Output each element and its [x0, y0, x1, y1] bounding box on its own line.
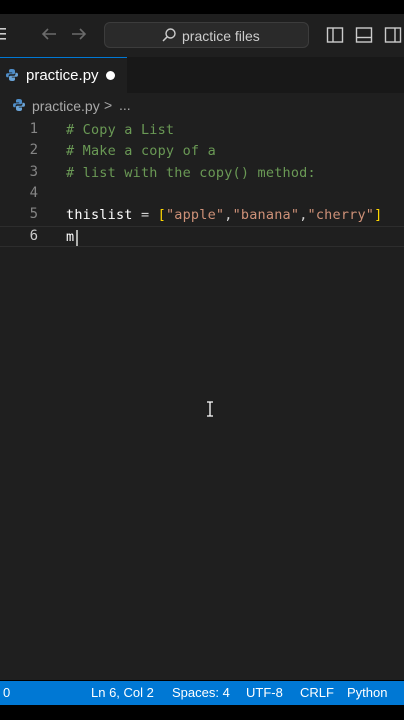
- string-apple: "apple": [165, 207, 225, 223]
- line-number: 5: [29, 206, 38, 222]
- current-code-line: 6 m: [0, 226, 404, 247]
- comma: ,: [224, 207, 233, 223]
- search-icon: [162, 28, 176, 42]
- tab-label: practice.py: [26, 67, 99, 84]
- line-number: 2: [29, 142, 38, 158]
- line-number: 3: [29, 164, 38, 180]
- code-text: # Make a copy of a: [66, 143, 216, 159]
- variable-name: thislist: [66, 207, 133, 223]
- status-line-endings[interactable]: CRLF: [300, 685, 334, 700]
- breadcrumb-file[interactable]: practice.py: [32, 98, 100, 114]
- code-line: 4: [0, 184, 404, 205]
- line-number: 1: [29, 121, 38, 137]
- python-file-icon: [6, 69, 18, 81]
- string-banana: "banana": [232, 207, 300, 223]
- status-bar: 0 Ln 6, Col 2 Spaces: 4 UTF-8 CRLF Pytho…: [0, 681, 404, 705]
- code-text: m: [66, 229, 75, 245]
- code-line: 1 # Copy a List: [0, 120, 404, 141]
- toggle-primary-sidebar-icon[interactable]: [326, 26, 344, 44]
- comma: ,: [299, 207, 308, 223]
- status-encoding[interactable]: UTF-8: [246, 685, 283, 700]
- open-bracket: [: [157, 207, 166, 223]
- breadcrumb-separator: >: [104, 97, 113, 113]
- screen: practice files practice.py practice.py >…: [0, 0, 404, 720]
- breadcrumb: practice.py > ...: [0, 93, 404, 117]
- code-text: thislist = ["apple","banana","cherry"]: [66, 207, 382, 223]
- menu-icon[interactable]: [0, 28, 6, 40]
- assignment-operator: =: [132, 207, 158, 223]
- code-text: # list with the copy() method:: [66, 165, 316, 181]
- text-cursor: [76, 230, 78, 246]
- search-text: practice files: [182, 28, 260, 44]
- code-editor[interactable]: 1 # Copy a List 2 # Make a copy of a 3 #…: [0, 117, 404, 680]
- ibeam-cursor-icon: [207, 401, 213, 417]
- close-bracket: ]: [374, 207, 383, 223]
- status-problems-count[interactable]: 0: [3, 685, 10, 700]
- python-file-icon: [13, 99, 25, 111]
- status-cursor-position[interactable]: Ln 6, Col 2: [91, 685, 154, 700]
- tab-practice-py[interactable]: practice.py: [0, 57, 127, 93]
- status-language-mode[interactable]: Python: [347, 685, 387, 700]
- code-line: 5 thislist = ["apple","banana","cherry"]: [0, 205, 404, 226]
- command-center-search[interactable]: practice files: [104, 22, 309, 48]
- code-text: # Copy a List: [66, 122, 175, 138]
- code-line: 2 # Make a copy of a: [0, 141, 404, 162]
- back-arrow-icon[interactable]: [40, 25, 58, 43]
- forward-arrow-icon[interactable]: [70, 25, 88, 43]
- breadcrumb-symbols[interactable]: ...: [119, 97, 131, 113]
- status-indentation[interactable]: Spaces: 4: [172, 685, 230, 700]
- toggle-panel-icon[interactable]: [355, 26, 373, 44]
- code-line: 3 # list with the copy() method:: [0, 163, 404, 184]
- line-number: 4: [29, 185, 38, 201]
- string-cherry: "cherry": [307, 207, 375, 223]
- unsaved-changes-dot[interactable]: [106, 71, 115, 80]
- line-number: 6: [29, 228, 38, 244]
- toggle-secondary-sidebar-icon[interactable]: [384, 26, 402, 44]
